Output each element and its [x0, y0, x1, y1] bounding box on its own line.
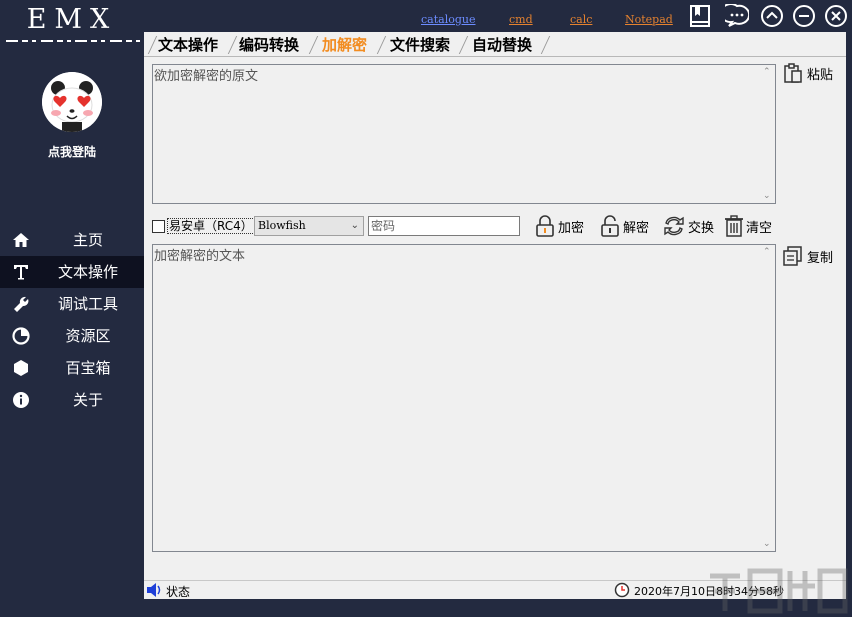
swap-icon	[664, 216, 684, 236]
rc4-checkbox[interactable]: 易安卓（RC4）	[152, 218, 255, 234]
sidebar-item-label: 文本操作	[57, 263, 118, 281]
app-logo: EMX	[26, 4, 118, 35]
sidebar-item-label: 资源区	[65, 327, 111, 345]
sidebar: EMX 点我登陆 主页 文本操作 调试工具 资源区 百宝箱 关于	[0, 0, 144, 617]
tab-auto-replace[interactable]: 自动替换	[472, 34, 532, 56]
chat-icon[interactable]	[719, 3, 751, 28]
minimize-icon[interactable]	[792, 4, 816, 28]
checkbox-box[interactable]	[152, 219, 165, 233]
main-panel: 文本操作 编码转换 加解密 文件搜索 自动替换 欲加密解密的原文 ⌃ ⌄ 粘贴 …	[144, 32, 846, 598]
clear-label: 清空	[746, 220, 773, 236]
vertical-scrollbar[interactable]: ⌃ ⌄	[759, 65, 775, 203]
login-link[interactable]: 点我登陆	[0, 143, 144, 160]
chevron-down-icon: ⌄	[350, 220, 359, 231]
hexagon-icon	[11, 359, 31, 377]
sidebar-item-text-ops[interactable]: 文本操作	[0, 256, 144, 288]
catalogue-link[interactable]: catalogue	[421, 13, 475, 26]
lock-icon	[536, 215, 554, 237]
watermark-logo	[710, 568, 848, 614]
sidebar-item-label: 关于	[72, 391, 103, 409]
result-text-placeholder: 加密解密的文本	[154, 249, 246, 264]
scroll-up-icon[interactable]: ⌃	[763, 247, 771, 257]
scroll-down-icon[interactable]: ⌄	[763, 539, 771, 549]
result-text-area[interactable]: 加密解密的文本 ⌃ ⌄	[152, 244, 776, 552]
trash-icon	[725, 215, 743, 237]
close-icon[interactable]	[824, 4, 848, 28]
decrypt-button[interactable]: 解密	[599, 215, 649, 237]
scroll-up-icon[interactable]: ⌃	[763, 67, 771, 77]
source-text-placeholder: 欲加密解密的原文	[154, 69, 259, 84]
paste-button[interactable]: 粘贴	[782, 62, 833, 84]
maximize-icon[interactable]	[760, 4, 784, 28]
copy-icon	[783, 246, 802, 266]
status-label: 状态	[166, 585, 191, 599]
rc4-label: 易安卓（RC4）	[167, 218, 255, 234]
cmd-link[interactable]: cmd	[509, 13, 533, 26]
paste-label: 粘贴	[807, 67, 834, 83]
sidebar-item-debug-tools[interactable]: 调试工具	[0, 288, 144, 320]
clipboard-icon	[784, 63, 802, 83]
info-icon	[11, 391, 31, 409]
swap-button[interactable]: 交换	[662, 215, 714, 237]
tab-text-ops[interactable]: 文本操作	[158, 34, 218, 56]
scroll-down-icon[interactable]: ⌄	[763, 191, 771, 201]
encrypt-button[interactable]: 加密	[534, 215, 584, 237]
panda-avatar-icon	[42, 72, 102, 132]
sidebar-item-label: 调试工具	[57, 295, 118, 313]
sidebar-item-home[interactable]: 主页	[0, 224, 144, 256]
decrypt-label: 解密	[623, 220, 650, 236]
options-row: 易安卓（RC4） Blowfish ⌄ 密码 加密 解密 交换 清空	[144, 215, 846, 237]
tab-separator	[147, 36, 158, 54]
tab-separator	[540, 36, 551, 54]
password-placeholder: 密码	[371, 219, 396, 233]
encrypt-label: 加密	[558, 220, 585, 236]
sidebar-item-about[interactable]: 关于	[0, 384, 144, 416]
avatar[interactable]	[42, 72, 102, 132]
pie-chart-icon	[11, 327, 31, 345]
password-input[interactable]: 密码	[368, 216, 520, 236]
sidebar-nav: 主页 文本操作 调试工具 资源区 百宝箱 关于	[0, 224, 144, 416]
logo-underline	[6, 40, 140, 46]
algorithm-value: Blowfish	[258, 219, 306, 232]
sidebar-item-label: 主页	[72, 231, 103, 249]
tab-separator	[227, 36, 238, 54]
home-icon	[11, 231, 31, 249]
sidebar-item-label: 百宝箱	[65, 359, 111, 377]
clock-icon	[614, 582, 630, 598]
source-text-area[interactable]: 欲加密解密的原文 ⌃ ⌄	[152, 64, 776, 204]
tab-separator	[308, 36, 319, 54]
sidebar-item-toolbox[interactable]: 百宝箱	[0, 352, 144, 384]
tab-encrypt-decrypt[interactable]: 加解密	[322, 34, 367, 56]
book-icon[interactable]	[688, 4, 712, 28]
swap-label: 交换	[688, 220, 715, 236]
tab-encoding[interactable]: 编码转换	[239, 34, 299, 56]
notepad-link[interactable]: Notepad	[625, 13, 673, 26]
tab-separator	[376, 36, 387, 54]
tab-bar: 文本操作 编码转换 加解密 文件搜索 自动替换	[144, 32, 846, 57]
calc-link[interactable]: calc	[570, 13, 592, 26]
text-icon	[11, 263, 31, 281]
unlock-icon	[601, 215, 619, 237]
clear-button[interactable]: 清空	[724, 215, 772, 237]
algorithm-select[interactable]: Blowfish ⌄	[254, 216, 364, 236]
tab-separator	[458, 36, 469, 54]
sidebar-item-resources[interactable]: 资源区	[0, 320, 144, 352]
vertical-scrollbar[interactable]: ⌃ ⌄	[759, 245, 775, 551]
tab-file-search[interactable]: 文件搜索	[390, 34, 450, 56]
speaker-icon	[147, 583, 161, 597]
copy-label: 复制	[807, 250, 834, 266]
copy-button[interactable]: 复制	[782, 245, 833, 267]
wrench-icon	[11, 295, 31, 313]
